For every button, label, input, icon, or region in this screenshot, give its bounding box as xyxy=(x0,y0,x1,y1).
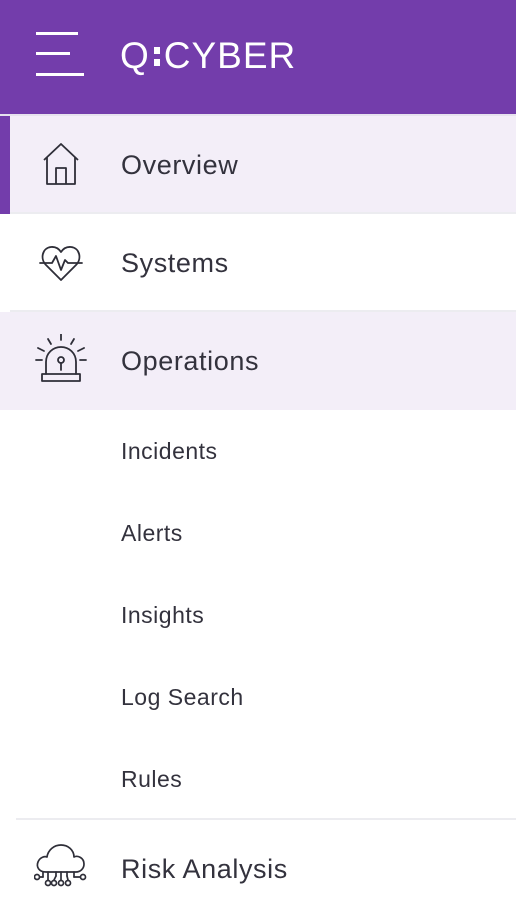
cloud-network-icon xyxy=(34,842,88,896)
nav-item-risk-analysis[interactable]: Risk Analysis xyxy=(0,820,516,916)
nav-item-overview[interactable]: Overview xyxy=(0,116,516,214)
sub-item-label: Rules xyxy=(121,766,183,792)
sub-item-label: Insights xyxy=(121,602,205,628)
sub-item-log-search[interactable]: Log Search xyxy=(0,656,516,738)
hamburger-menu-icon xyxy=(36,32,84,76)
logo-colon xyxy=(152,41,162,71)
nav-label-operations: Operations xyxy=(121,346,260,376)
nav-label-overview: Overview xyxy=(121,150,239,180)
home-icon xyxy=(34,138,88,192)
logo-text-left: Q xyxy=(120,35,150,76)
navigation-drawer: Q CYBER Overview Systems Operations Inci… xyxy=(0,0,516,916)
sub-item-label: Incidents xyxy=(121,438,218,464)
nav-label-risk-analysis: Risk Analysis xyxy=(121,854,288,884)
sub-item-rules[interactable]: Rules xyxy=(0,738,516,820)
nav-item-operations[interactable]: Operations xyxy=(0,312,516,410)
sub-item-label: Log Search xyxy=(121,684,244,710)
nav-label-systems: Systems xyxy=(121,248,229,278)
sub-item-alerts[interactable]: Alerts xyxy=(0,492,516,574)
nav-item-systems[interactable]: Systems xyxy=(0,214,516,312)
sub-item-label: Alerts xyxy=(121,520,183,546)
sub-item-incidents[interactable]: Incidents xyxy=(0,410,516,492)
alarm-siren-icon xyxy=(34,334,88,388)
heart-pulse-icon xyxy=(34,236,88,290)
menu-button[interactable] xyxy=(28,26,92,86)
logo-text-right: CYBER xyxy=(163,35,297,76)
qcyber-logo[interactable]: Q CYBER xyxy=(120,32,296,80)
sub-item-insights[interactable]: Insights xyxy=(0,574,516,656)
app-header: Q CYBER xyxy=(0,0,516,116)
